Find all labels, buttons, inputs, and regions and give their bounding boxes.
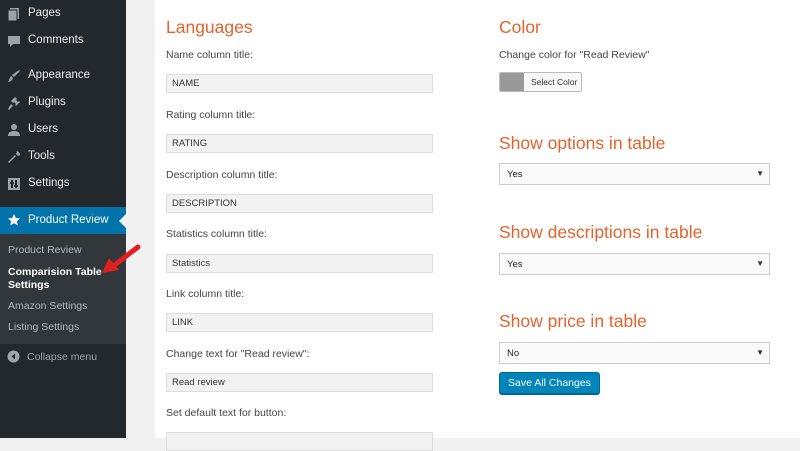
sidebar-item-label: Plugins [28,96,66,108]
link-column-label: Link column title: [166,288,245,300]
sidebar-item-tools[interactable]: Tools [0,144,126,170]
name-column-input[interactable] [166,74,433,93]
statistics-column-input[interactable] [166,254,433,273]
sidebar-item-appearance[interactable]: Appearance [0,63,126,89]
change-color-label: Change color for "Read Review" [499,49,650,61]
collapse-menu-button[interactable]: Collapse menu [0,345,126,369]
default-button-text-label: Set default text for button: [166,407,287,419]
show-options-heading: Show options in table [499,133,666,153]
sidebar-item-label: Pages [28,7,61,19]
sidebar-item-label: Users [28,123,59,135]
show-descriptions-heading: Show descriptions in table [499,222,703,242]
star-icon [8,214,20,226]
submenu-item-product-review[interactable]: Product Review [8,244,82,256]
submenu-item-amazon-settings[interactable]: Amazon Settings [8,300,87,312]
chevron-down-icon: ▼ [756,348,764,357]
collapse-icon [7,350,20,363]
comments-icon [8,36,20,47]
save-all-changes-button[interactable]: Save All Changes [499,372,600,394]
settings-panel: Languages Name column title: Rating colu… [155,0,800,451]
description-column-input[interactable] [166,194,433,213]
admin-sidebar: Pages Comments Appearance Plugins Users … [0,0,126,438]
show-options-select[interactable]: Yes ▼ [499,163,770,185]
pages-icon [7,8,19,21]
sidebar-item-label: Tools [28,150,55,162]
sidebar-item-label: Comments [28,34,84,46]
select-color-label: Select Color [531,77,578,87]
rating-column-label: Rating column title: [166,109,256,121]
chevron-down-icon: ▼ [756,169,764,178]
submenu-item-listing-settings[interactable]: Listing Settings [8,321,79,333]
red-arrow-annotation [102,244,141,273]
settings-icon [8,178,20,190]
show-price-select[interactable]: No ▼ [499,342,770,364]
sidebar-item-plugins[interactable]: Plugins [0,90,126,116]
sidebar-item-label: Settings [28,177,70,189]
tools-icon [8,151,20,163]
description-column-label: Description column title: [166,169,278,181]
sidebar-item-label: Product Review [28,214,109,226]
languages-heading: Languages [166,17,253,37]
default-button-text-input[interactable] [166,432,433,451]
show-descriptions-select[interactable]: Yes ▼ [499,253,770,275]
rating-column-input[interactable] [166,134,433,153]
sidebar-item-users[interactable]: Users [0,117,126,143]
active-indicator [119,214,126,228]
read-review-text-label: Change text for "Read review": [166,348,310,360]
color-heading: Color [499,17,541,37]
users-icon [8,124,20,136]
link-column-input[interactable] [166,313,433,332]
sidebar-item-pages[interactable]: Pages [0,1,126,27]
statistics-column-label: Statistics column title: [166,228,267,240]
show-descriptions-value: Yes [507,259,523,270]
sidebar-item-label: Appearance [28,69,91,81]
plugins-icon [8,97,20,110]
chevron-down-icon: ▼ [756,259,764,268]
read-review-text-input[interactable] [166,373,433,392]
color-swatch [500,73,524,91]
name-column-label: Name column title: [166,49,253,61]
sidebar-item-product-review[interactable]: Product Review [0,207,126,234]
sidebar-item-settings[interactable]: Settings [0,171,126,197]
submenu-item-comparision-table-settings[interactable]: Comparision Table Settings [8,266,108,292]
sidebar-item-comments[interactable]: Comments [0,28,126,54]
collapse-menu-label: Collapse menu [27,351,98,363]
show-price-value: No [507,348,520,359]
show-price-heading: Show price in table [499,311,647,331]
appearance-icon [8,70,20,82]
select-color-button[interactable]: Select Color [499,72,582,92]
show-options-value: Yes [507,169,523,180]
